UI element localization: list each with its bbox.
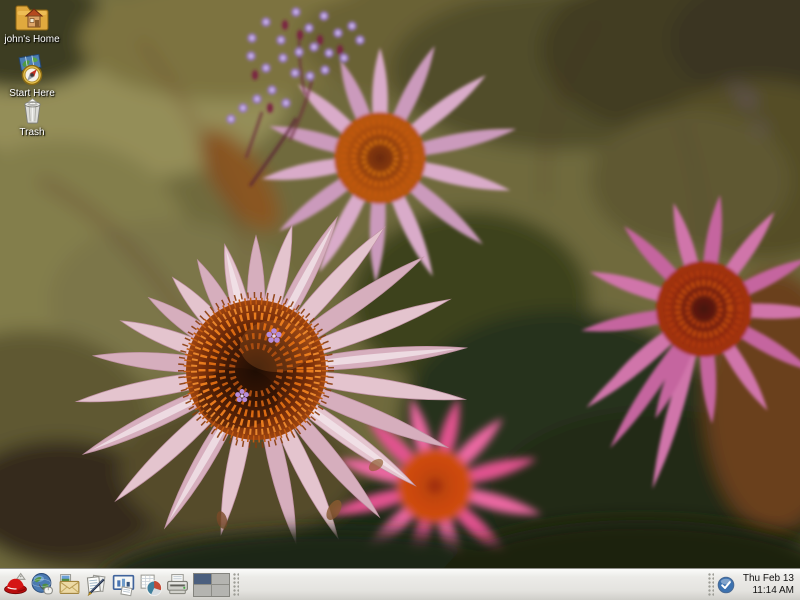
desktop-icon-label: Trash — [19, 127, 44, 138]
screen: john's Home Start Here — [0, 0, 800, 600]
update-notifier[interactable] — [717, 575, 736, 594]
workspace-switcher[interactable] — [193, 573, 230, 597]
notification-area-drag-handle[interactable] — [708, 573, 714, 597]
slide-chart-icon — [111, 572, 136, 597]
panel-launchers — [0, 571, 191, 599]
workspace-1[interactable] — [194, 574, 211, 585]
desktop-icon-trash[interactable]: Trash — [0, 95, 64, 138]
word-processor-launcher[interactable] — [83, 571, 110, 599]
wallpaper-image — [0, 0, 800, 568]
envelope-icon — [57, 572, 82, 597]
desktop-icon-label: john's Home — [4, 34, 59, 45]
workspace-2[interactable] — [212, 574, 229, 585]
desktop-icon-johns-home[interactable]: john's Home — [0, 2, 64, 45]
pie-chart-icon — [138, 572, 163, 597]
spreadsheet-launcher[interactable] — [137, 571, 164, 599]
email-launcher[interactable] — [56, 571, 83, 599]
main-menu-button[interactable] — [2, 571, 29, 599]
web-browser-launcher[interactable] — [29, 571, 56, 599]
presentation-launcher[interactable] — [110, 571, 137, 599]
workspace-4[interactable] — [212, 585, 229, 596]
clock-date: Thu Feb 13 — [743, 573, 794, 585]
workspace-3[interactable] — [194, 585, 211, 596]
clock-applet[interactable]: Thu Feb 13 11:14 AM — [743, 573, 794, 597]
bottom-panel: Thu Feb 13 11:14 AM — [0, 568, 800, 600]
red-hat-network-update-icon — [717, 576, 735, 594]
documents-pen-icon — [84, 572, 109, 597]
print-manager-launcher[interactable] — [164, 571, 191, 599]
desktop-icon-start-here[interactable]: Start Here — [0, 54, 64, 99]
printer-icon — [165, 572, 190, 597]
pager-drag-handle[interactable] — [233, 573, 239, 597]
red-hat-icon — [3, 572, 28, 597]
globe-mouse-icon — [30, 572, 55, 597]
home-folder-icon — [14, 2, 50, 32]
clock-time: 11:14 AM — [743, 585, 794, 597]
trash-icon — [19, 95, 46, 125]
start-here-icon — [16, 54, 48, 86]
desktop[interactable]: john's Home Start Here — [0, 0, 800, 568]
